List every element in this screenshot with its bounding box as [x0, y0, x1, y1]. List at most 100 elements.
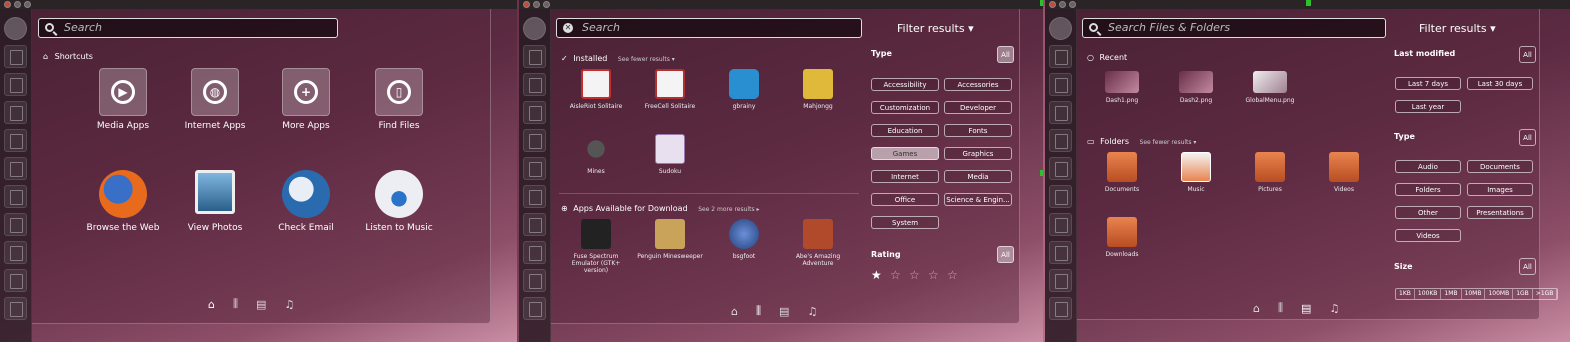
type-filter-button[interactable]: Other [1395, 206, 1461, 219]
launcher-item-icon[interactable] [4, 157, 27, 180]
download-see-more[interactable]: See 2 more results ▸ [698, 206, 759, 213]
size-all-button[interactable]: All [1519, 258, 1536, 275]
launcher-item-icon[interactable] [4, 213, 27, 236]
home-lens-icon[interactable]: ⌂ [208, 298, 215, 311]
close-icon[interactable] [4, 1, 11, 8]
app-bsgfoot[interactable]: bsgfoot [709, 219, 779, 260]
folder-videos[interactable]: Videos [1309, 152, 1379, 193]
maximize-icon[interactable] [543, 1, 550, 8]
app-aisleriot[interactable]: AisleRiot Solitaire [561, 69, 631, 110]
filter-results-toggle[interactable]: Filter results ▾ [897, 22, 974, 35]
type-filter-button[interactable]: Accessories [944, 78, 1012, 91]
type-filter-button[interactable]: Folders [1395, 183, 1461, 196]
shortcut-internet-apps[interactable]: ◍ Internet Apps [170, 68, 260, 131]
launcher-item-icon[interactable] [4, 101, 27, 124]
app-mahjongg[interactable]: Mahjongg [783, 69, 853, 110]
app-fuse[interactable]: Fuse Spectrum Emulator (GTK+ version) [561, 219, 631, 274]
lastmod-button[interactable]: Last 7 days [1395, 77, 1461, 90]
home-lens-icon[interactable]: ⌂ [731, 305, 738, 318]
star-icon[interactable]: ☆ [909, 268, 920, 282]
launcher-item-icon[interactable] [4, 297, 27, 320]
launcher-item-icon[interactable] [1049, 73, 1072, 96]
type-filter-button[interactable]: Audio [1395, 160, 1461, 173]
app-check-email[interactable]: Check Email [261, 170, 351, 233]
bfb-home-icon[interactable] [1049, 17, 1072, 40]
type-filter-button[interactable]: Customization [871, 101, 939, 114]
star-icon[interactable]: ☆ [947, 268, 958, 282]
launcher-item-icon[interactable] [523, 101, 546, 124]
folders-see-fewer[interactable]: See fewer results ▾ [1140, 139, 1197, 146]
app-listen-music[interactable]: Listen to Music [354, 170, 444, 233]
type-filter-button[interactable]: Presentations [1467, 206, 1533, 219]
lastmod-all-button[interactable]: All [1519, 46, 1536, 63]
apps-lens-icon[interactable]: ⫼ [756, 304, 761, 318]
search-input[interactable]: Search Files & Folders [1108, 21, 1230, 34]
resize-handle-icon[interactable] [1040, 170, 1043, 176]
shortcut-media-apps[interactable]: ▶ Media Apps [78, 68, 168, 131]
installed-header[interactable]: ✓ Installed See fewer results ▾ [561, 54, 675, 63]
launcher-item-icon[interactable] [523, 213, 546, 236]
launcher-item-icon[interactable] [4, 73, 27, 96]
files-lens-icon[interactable]: ▤ [779, 305, 789, 318]
size-option[interactable]: 100KB [1415, 289, 1442, 299]
folder-downloads[interactable]: Downloads [1087, 217, 1157, 258]
app-abes-adventure[interactable]: Abe's Amazing Adventure [783, 219, 853, 267]
installed-see-fewer[interactable]: See fewer results ▾ [618, 56, 675, 63]
search-field[interactable]: Search [38, 18, 338, 38]
app-freecell[interactable]: FreeCell Solitaire [635, 69, 705, 110]
type-filter-button[interactable]: Accessibility [871, 78, 939, 91]
folder-pictures[interactable]: Pictures [1235, 152, 1305, 193]
launcher-item-icon[interactable] [523, 297, 546, 320]
rating-all-button[interactable]: All [997, 246, 1014, 263]
type-filter-button[interactable]: System [871, 216, 939, 229]
shortcut-more-apps[interactable]: + More Apps [261, 68, 351, 131]
launcher-item-icon[interactable] [4, 185, 27, 208]
launcher-item-icon[interactable] [4, 269, 27, 292]
shortcut-find-files[interactable]: ▯ Find Files [354, 68, 444, 131]
close-icon[interactable] [1049, 1, 1056, 8]
launcher-item-icon[interactable] [1049, 157, 1072, 180]
size-option[interactable]: >1GB [1533, 289, 1558, 299]
type-filter-button[interactable]: Documents [1467, 160, 1533, 173]
folders-header[interactable]: ▭ Folders See fewer results ▾ [1087, 137, 1196, 146]
download-header[interactable]: ⊕ Apps Available for Download See 2 more… [561, 204, 760, 213]
launcher-item-icon[interactable] [523, 157, 546, 180]
maximize-icon[interactable] [24, 1, 31, 8]
apps-lens-icon[interactable]: ⫼ [233, 297, 238, 311]
filter-results-toggle[interactable]: Filter results ▾ [1419, 22, 1496, 35]
size-range-bar[interactable]: 1KB 100KB 1MB 10MB 100MB 1GB >1GB [1395, 288, 1559, 300]
star-icon[interactable]: ★ [871, 268, 882, 282]
star-icon[interactable]: ☆ [890, 268, 901, 282]
files-lens-icon[interactable]: ▤ [256, 298, 266, 311]
launcher-item-icon[interactable] [1049, 129, 1072, 152]
lastmod-button[interactable]: Last 30 days [1467, 77, 1533, 90]
type-filter-button[interactable]: Videos [1395, 229, 1461, 242]
search-input[interactable]: Search [64, 21, 102, 34]
home-lens-icon[interactable]: ⌂ [1253, 302, 1260, 315]
launcher-item-icon[interactable] [1049, 185, 1072, 208]
minimize-icon[interactable] [533, 1, 540, 8]
size-option[interactable]: 1KB [1396, 289, 1415, 299]
launcher-item-icon[interactable] [523, 129, 546, 152]
app-view-photos[interactable]: View Photos [170, 170, 260, 233]
app-browse-web[interactable]: Browse the Web [78, 170, 168, 233]
type-filter-button[interactable]: Graphics [944, 147, 1012, 160]
maximize-icon[interactable] [1069, 1, 1076, 8]
launcher-item-icon[interactable] [523, 45, 546, 68]
lastmod-button[interactable]: Last year [1395, 100, 1461, 113]
launcher-item-icon[interactable] [4, 129, 27, 152]
launcher-item-icon[interactable] [1049, 101, 1072, 124]
launcher-item-icon[interactable] [4, 45, 27, 68]
apps-lens-icon[interactable]: ⫼ [1278, 301, 1283, 315]
minimize-icon[interactable] [1059, 1, 1066, 8]
size-option[interactable]: 1MB [1441, 289, 1462, 299]
type-all-button[interactable]: All [997, 46, 1014, 63]
launcher-item-icon[interactable] [1049, 213, 1072, 236]
search-field[interactable]: Search Files & Folders [1082, 18, 1386, 38]
size-option[interactable]: 100MB [1485, 289, 1514, 299]
app-penguin-minesweeper[interactable]: Penguin Minesweeper [635, 219, 705, 260]
music-lens-icon[interactable]: ♫ [1329, 302, 1339, 315]
folder-documents[interactable]: Documents [1087, 152, 1157, 193]
launcher-item-icon[interactable] [523, 73, 546, 96]
music-lens-icon[interactable]: ♫ [284, 298, 294, 311]
